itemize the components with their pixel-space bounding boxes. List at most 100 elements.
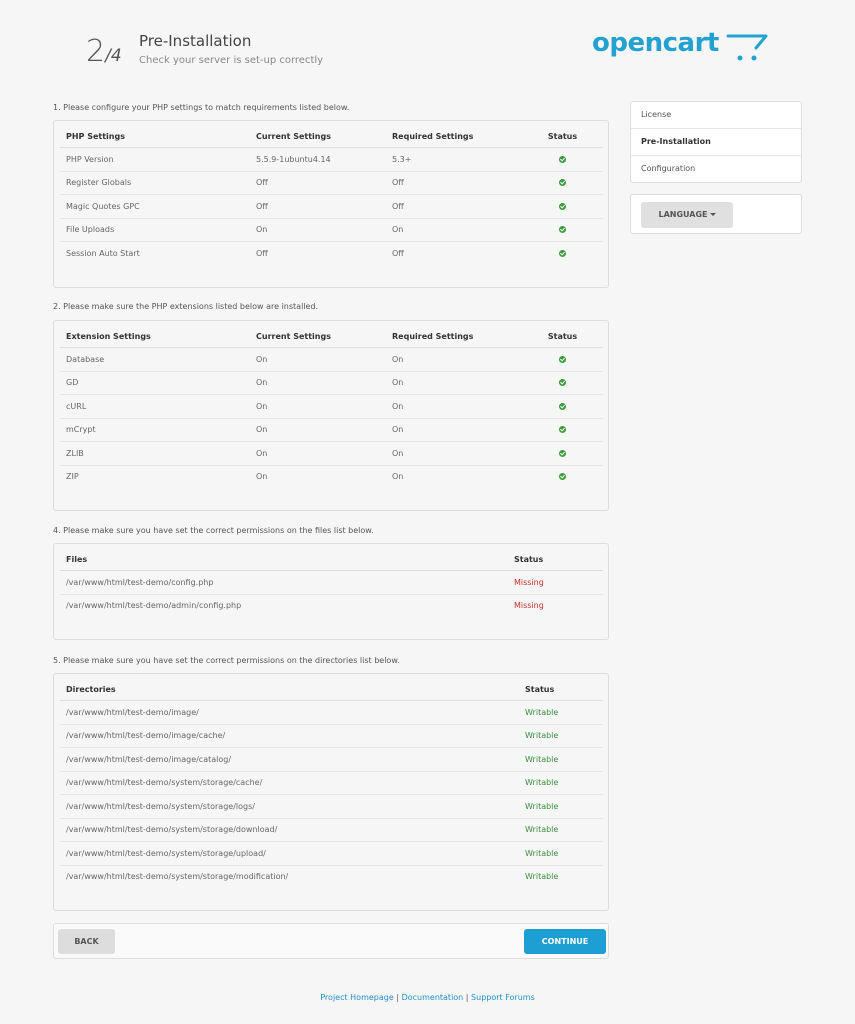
- setting-name: Register Globals: [60, 170, 250, 195]
- setting-name: Database: [66, 354, 105, 364]
- status-text: Writable: [519, 747, 603, 771]
- step-current: 2: [86, 34, 106, 69]
- back-button[interactable]: BACK: [58, 929, 115, 954]
- table-row: ZIP On On: [60, 464, 603, 488]
- table-row: /var/www/html/test-demo/system/storage/d…: [60, 817, 603, 842]
- check-circle-icon: [559, 449, 566, 457]
- cart-icon: [726, 34, 768, 61]
- current-setting: On: [256, 354, 268, 364]
- table-row: PHP Version 5.5.9-1ubuntu4.14 5.3+: [60, 148, 603, 172]
- setting-name: Magic Quotes GPC: [60, 194, 250, 218]
- status-text: Writable: [519, 864, 603, 888]
- current-setting: On: [250, 417, 386, 442]
- status-cell: [522, 394, 603, 418]
- status-text: Missing: [508, 593, 603, 617]
- current-setting: Off: [250, 241, 386, 265]
- nav-item-license[interactable]: License: [631, 102, 801, 128]
- path-cell: /var/www/html/test-demo/system/storage/u…: [60, 841, 519, 865]
- required-setting: Off: [386, 170, 522, 195]
- extensions-table: Extension Settings Current Settings Requ…: [60, 325, 603, 488]
- setting-name: ZLIB: [60, 441, 250, 465]
- current-setting: On: [250, 217, 386, 242]
- check-circle-icon: [559, 473, 566, 481]
- check-circle-icon: [559, 379, 566, 387]
- footer: Project Homepage | Documentation | Suppo…: [0, 993, 855, 1002]
- table-row: /var/www/html/test-demo/system/storage/c…: [60, 770, 603, 795]
- nav-item-configuration[interactable]: Configuration: [631, 155, 801, 182]
- current-setting: Off: [250, 194, 386, 218]
- setting-name: GD: [60, 370, 250, 395]
- language-panel: LANGUAGE: [630, 194, 802, 234]
- table-row: ZLIB On On: [60, 441, 603, 465]
- page-title: Pre-Installation: [139, 32, 252, 50]
- nav-item-pre-installation[interactable]: Pre-Installation: [631, 128, 801, 155]
- table-row: /var/www/html/test-demo/system/storage/l…: [60, 794, 603, 818]
- status-text: Writable: [525, 707, 559, 717]
- col-status: Status: [522, 125, 603, 148]
- support-forums-link[interactable]: Support Forums: [471, 993, 535, 1002]
- directories-heading: 5. Please make sure you have set the cor…: [53, 656, 400, 665]
- button-bar: BACK CONTINUE: [53, 923, 609, 959]
- path-cell: /var/www/html/test-demo/image/catalog/: [60, 747, 519, 771]
- table-row: Session Auto Start Off Off: [60, 241, 603, 265]
- required-setting: On: [386, 370, 522, 395]
- status-text: Writable: [519, 841, 603, 865]
- check-circle-icon: [559, 179, 566, 187]
- status-cell: [522, 441, 603, 465]
- setting-name: mCrypt: [60, 417, 250, 442]
- required-setting: On: [386, 217, 522, 242]
- php-settings-heading: 1. Please configure your PHP settings to…: [53, 103, 350, 112]
- current-setting: On: [250, 394, 386, 418]
- check-circle-icon: [559, 355, 566, 363]
- project-homepage-link[interactable]: Project Homepage: [320, 993, 394, 1002]
- table-row: Register Globals Off Off: [60, 170, 603, 195]
- extensions-heading: 2. Please make sure the PHP extensions l…: [53, 302, 319, 311]
- status-text: Writable: [519, 723, 603, 748]
- extensions-panel: Extension Settings Current Settings Requ…: [53, 320, 609, 511]
- directories-table: Directories Status /var/www/html/test-de…: [60, 678, 603, 888]
- col-directories: Directories: [60, 678, 519, 701]
- table-row: /var/www/html/test-demo/system/storage/u…: [60, 841, 603, 865]
- status-cell: [522, 348, 603, 372]
- status-cell: [522, 148, 603, 172]
- status-cell: [522, 194, 603, 218]
- col-current-settings: Current Settings: [250, 125, 386, 148]
- path-cell: /var/www/html/test-demo/system/storage/m…: [60, 864, 519, 888]
- install-steps-nav: License Pre-Installation Configuration: [630, 101, 802, 183]
- current-setting: On: [250, 441, 386, 465]
- required-setting: On: [386, 441, 522, 465]
- col-status: Status: [522, 325, 603, 348]
- status-cell: [522, 417, 603, 442]
- current-setting: On: [250, 370, 386, 395]
- language-label: LANGUAGE: [658, 210, 708, 219]
- directories-panel: Directories Status /var/www/html/test-de…: [53, 673, 609, 911]
- path-cell: /var/www/html/test-demo/admin/config.php: [60, 593, 508, 617]
- check-circle-icon: [559, 402, 566, 410]
- setting-name: ZIP: [60, 464, 250, 488]
- col-php-settings: PHP Settings: [60, 125, 250, 148]
- table-row: /var/www/html/test-demo/admin/config.php…: [60, 593, 603, 617]
- table-row: GD On On: [60, 370, 603, 395]
- continue-button[interactable]: CONTINUE: [524, 929, 606, 954]
- required-setting: Off: [386, 194, 522, 218]
- required-setting: 5.3+: [392, 154, 412, 164]
- footer-separator: |: [465, 993, 469, 1002]
- setting-name: cURL: [60, 394, 250, 418]
- status-text: Missing: [514, 577, 544, 587]
- table-row: Magic Quotes GPC Off Off: [60, 194, 603, 218]
- check-circle-icon: [559, 249, 566, 257]
- col-status: Status: [519, 678, 603, 701]
- status-text: Writable: [519, 817, 603, 842]
- opencart-logo[interactable]: opencart: [592, 28, 774, 68]
- table-row: Database On On: [60, 348, 603, 372]
- required-setting: On: [386, 464, 522, 488]
- page-subtitle: Check your server is set-up correctly: [139, 55, 324, 66]
- logo-text: opencart: [592, 28, 719, 58]
- php-settings-panel: PHP Settings Current Settings Required S…: [53, 120, 609, 288]
- status-cell: [522, 464, 603, 488]
- documentation-link[interactable]: Documentation: [402, 993, 464, 1002]
- path-cell: /var/www/html/test-demo/image/: [66, 707, 199, 717]
- language-dropdown[interactable]: LANGUAGE: [641, 202, 733, 228]
- path-cell: /var/www/html/test-demo/system/storage/l…: [60, 794, 519, 818]
- col-files: Files: [60, 548, 508, 571]
